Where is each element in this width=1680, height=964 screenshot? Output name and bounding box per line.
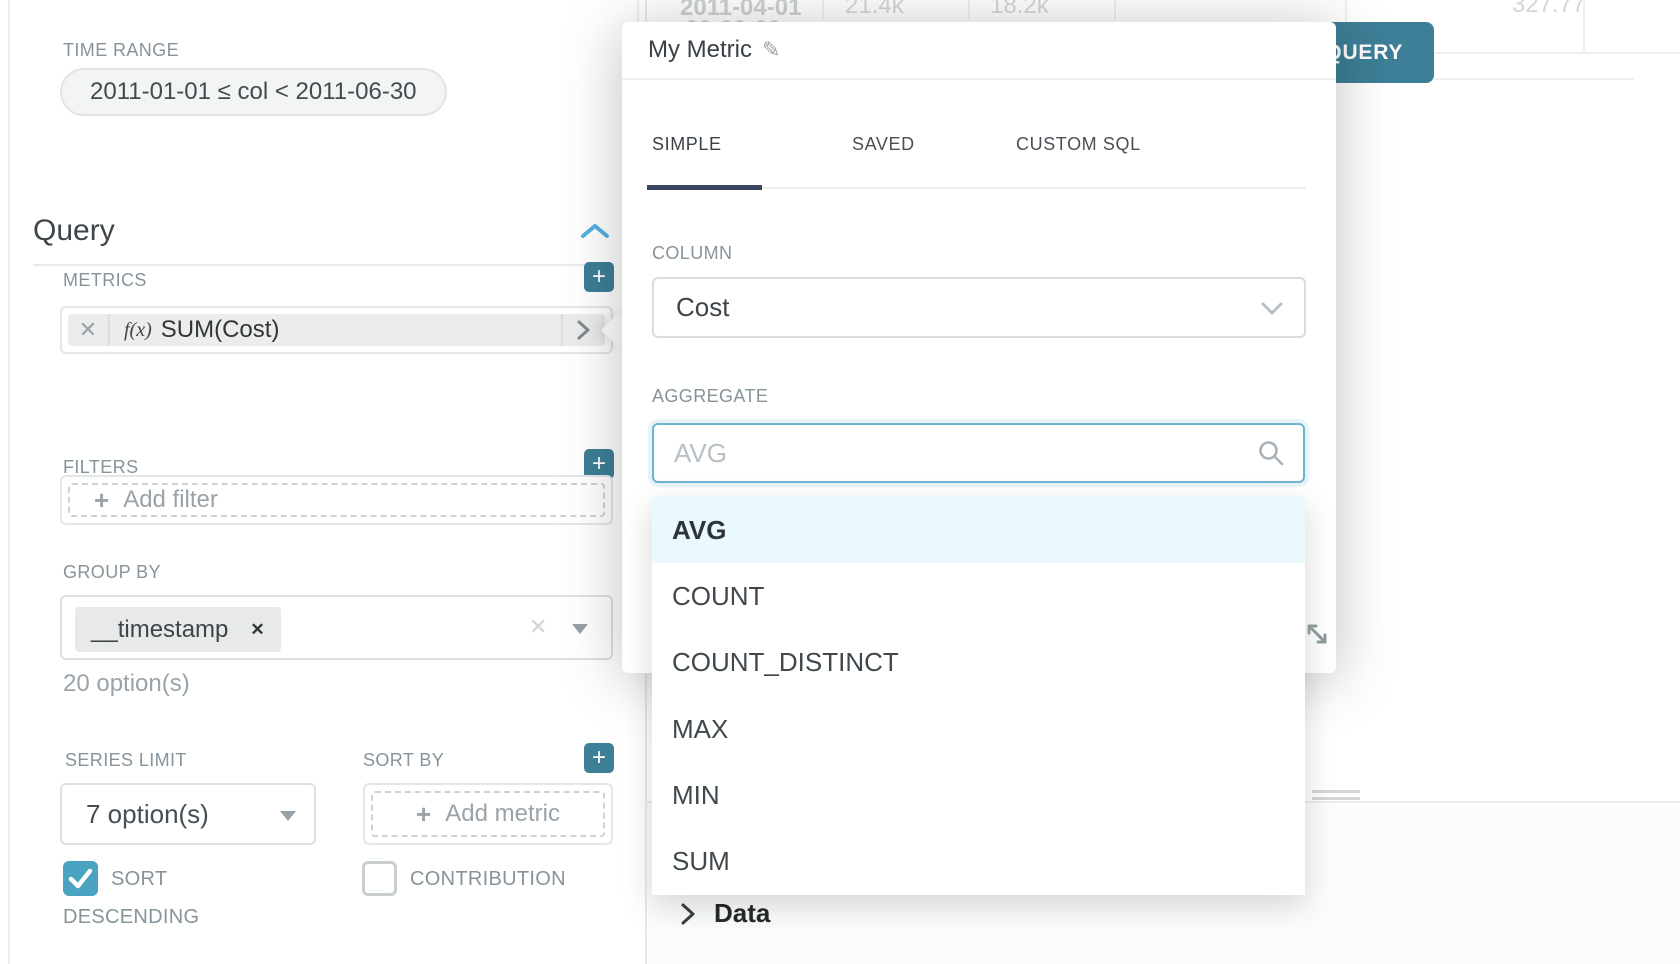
remove-tag-icon[interactable]: ✕ — [250, 620, 264, 640]
metrics-field: ✕ f(x) SUM(Cost) — [60, 306, 613, 354]
tab-saved[interactable]: SAVED — [852, 134, 915, 155]
caret-down-icon[interactable] — [572, 624, 588, 634]
bg-cell-value: 18.2k — [990, 0, 1049, 20]
group-by-options-hint: 20 option(s) — [63, 670, 190, 698]
aggregate-field — [652, 423, 1305, 483]
search-icon — [1257, 439, 1285, 467]
remove-metric-icon[interactable]: ✕ — [68, 314, 110, 346]
dropdown-option-sum[interactable]: SUM — [652, 829, 1305, 895]
bg-gridline — [822, 0, 824, 19]
metric-expression: SUM(Cost) — [161, 316, 280, 344]
edit-name-pencil-icon[interactable]: ✎ — [762, 38, 780, 63]
chevron-up-icon — [580, 222, 610, 240]
group-by-tag-label: __timestamp — [91, 616, 228, 644]
dropdown-option-avg[interactable]: AVG — [652, 497, 1305, 563]
time-range-value: 2011-01-01 ≤ col < 2011-06-30 — [90, 78, 417, 106]
tab-simple[interactable]: SIMPLE — [652, 134, 722, 155]
bg-gridline — [637, 0, 639, 22]
resize-expand-icon[interactable] — [1303, 620, 1331, 648]
add-metric-plus-button[interactable]: + — [584, 262, 614, 292]
series-limit-value: 7 option(s) — [86, 799, 209, 830]
panel-left-border — [8, 0, 10, 964]
add-filter-dropzone[interactable]: + Add filter — [68, 483, 605, 517]
bg-cell-value: 21.4k — [845, 0, 904, 20]
add-sort-metric-dropzone[interactable]: + Add metric — [371, 791, 605, 837]
bg-gridline — [1434, 78, 1634, 80]
query-section-title: Query — [33, 214, 115, 248]
splitter-handle[interactable] — [1312, 790, 1360, 793]
open-metric-popover-button[interactable] — [563, 314, 605, 346]
dropdown-option-count[interactable]: COUNT — [652, 563, 1305, 629]
splitter-handle[interactable] — [1312, 797, 1360, 800]
aggregate-dropdown: AVG COUNT COUNT_DISTINCT MAX MIN SUM — [652, 497, 1305, 895]
plus-icon: + — [416, 801, 431, 827]
sort-descending-checkbox[interactable] — [63, 861, 98, 896]
aggregate-label: AGGREGATE — [652, 386, 768, 407]
metrics-label: METRICS — [63, 270, 147, 291]
data-panel-header[interactable]: Data — [680, 898, 770, 929]
column-label: COLUMN — [652, 243, 732, 264]
plus-icon: + — [94, 487, 109, 513]
dropdown-option-count-distinct[interactable]: COUNT_DISTINCT — [652, 630, 1305, 696]
aggregate-search-input[interactable] — [652, 423, 1305, 483]
chevron-right-icon — [577, 319, 591, 341]
dropdown-option-max[interactable]: MAX — [652, 696, 1305, 762]
caret-down-icon — [280, 811, 296, 821]
contribution-checkbox[interactable] — [362, 861, 397, 896]
group-by-select[interactable]: __timestamp ✕ ✕ — [60, 595, 613, 660]
chevron-down-icon — [1260, 301, 1284, 316]
sort-descending-control: SORT DESCENDING — [63, 860, 243, 936]
fx-icon: f(x) — [124, 319, 152, 342]
contribution-label: CONTRIBUTION — [410, 868, 566, 890]
time-range-label: TIME RANGE — [63, 40, 179, 61]
bg-cell-value: 327.77 — [1512, 0, 1585, 19]
explore-view: 2011-04-01 00:00:00 21.4k 18.2k 327.77 D… — [0, 0, 1680, 964]
bg-gridline — [968, 0, 970, 19]
add-sort-metric-plus-button[interactable]: + — [584, 743, 614, 773]
sort-by-field: + Add metric — [363, 783, 613, 845]
filters-field: + Add filter — [60, 475, 613, 525]
popover-header: My Metric ✎ — [622, 22, 1336, 80]
add-filter-placeholder: Add filter — [123, 486, 218, 514]
bg-gridline — [1583, 0, 1585, 52]
active-tab-indicator — [647, 185, 762, 190]
group-by-label: GROUP BY — [63, 562, 161, 583]
time-range-pill[interactable]: 2011-01-01 ≤ col < 2011-06-30 — [60, 68, 447, 116]
chevron-right-icon — [680, 901, 696, 927]
sort-by-label: SORT BY — [363, 750, 444, 771]
column-select[interactable]: Cost — [652, 277, 1306, 338]
collapse-section-button[interactable] — [580, 222, 610, 240]
contribution-control: CONTRIBUTION — [362, 860, 672, 898]
clear-all-icon[interactable]: ✕ — [529, 614, 547, 640]
series-limit-label: SERIES LIMIT — [65, 750, 187, 771]
group-by-tag[interactable]: __timestamp ✕ — [75, 607, 281, 652]
sort-by-placeholder: Add metric — [445, 800, 560, 828]
bg-gridline — [1114, 0, 1116, 19]
tab-custom-sql[interactable]: CUSTOM SQL — [1016, 134, 1141, 155]
dropdown-option-min[interactable]: MIN — [652, 762, 1305, 828]
column-value: Cost — [676, 292, 729, 323]
data-panel-title: Data — [714, 898, 770, 929]
metric-name[interactable]: f(x) SUM(Cost) — [110, 314, 563, 346]
popover-title: My Metric — [648, 36, 752, 64]
metric-pill: ✕ f(x) SUM(Cost) — [68, 314, 605, 346]
check-icon — [63, 861, 98, 896]
series-limit-select[interactable]: 7 option(s) — [60, 783, 316, 845]
section-divider — [33, 264, 613, 266]
